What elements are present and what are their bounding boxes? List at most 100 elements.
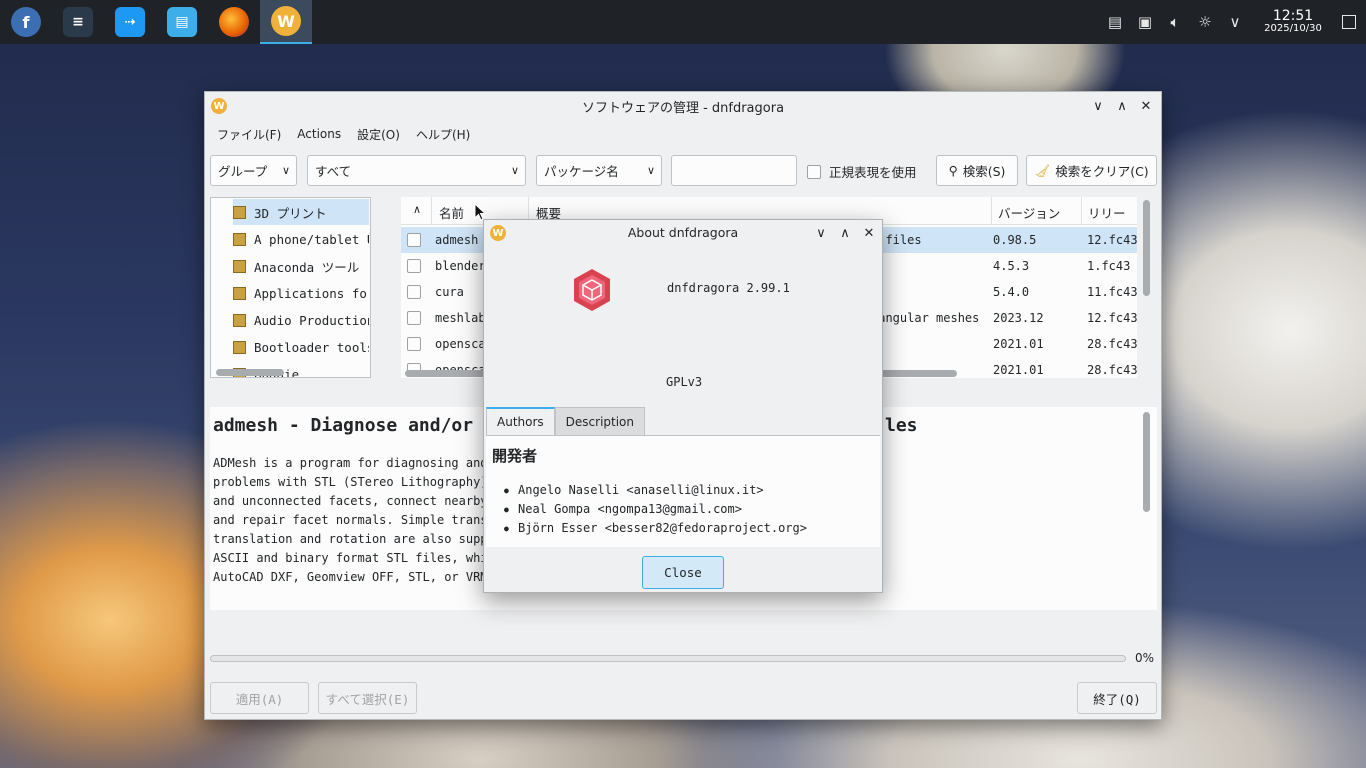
package-release: 1.fc43	[1087, 259, 1131, 273]
package-version: 2021.01	[993, 337, 1044, 351]
network-icon[interactable]: ▣	[1130, 0, 1160, 44]
menu-help[interactable]: ヘルプ(H)	[410, 126, 476, 143]
menubar: ファイル(F) Actions 設定(O) ヘルプ(H)	[205, 120, 1161, 148]
launcher-firefox[interactable]	[208, 0, 260, 44]
window-title: ソフトウェアの管理 - dnfdragora	[581, 100, 785, 116]
package-name: meshlab	[435, 311, 486, 325]
clear-search-button[interactable]: 🧹︎ 検索をクリア(C)	[1026, 155, 1157, 186]
package-version: 5.4.0	[993, 285, 1030, 299]
group-label: 3D プリント	[254, 205, 327, 221]
menu-actions[interactable]: Actions	[291, 127, 347, 141]
minimize-button[interactable]: ∨	[812, 224, 830, 242]
package-checkbox[interactable]	[407, 337, 421, 351]
group-item[interactable]: Audio Production	[233, 307, 369, 333]
packages-vertical-scrollbar[interactable]	[1143, 200, 1150, 296]
file-manager-icon: ▤	[167, 7, 197, 37]
search-input[interactable]	[671, 155, 797, 186]
column-version[interactable]: バージョン	[998, 203, 1060, 222]
package-release: 12.fc43	[1087, 311, 1137, 325]
launcher-software-center[interactable]: ⇢	[104, 0, 156, 44]
package-version: 0.98.5	[993, 233, 1037, 247]
status-combo-value: すべて	[315, 164, 352, 179]
group-folder-icon	[233, 340, 246, 354]
group-item[interactable]: Applications for t	[233, 280, 369, 306]
package-checkbox[interactable]	[407, 311, 421, 325]
package-description-line: AutoCAD DXF, Geomview OFF, STL, or VRML …	[213, 570, 517, 584]
package-checkbox[interactable]	[407, 259, 421, 273]
package-checkbox[interactable]	[407, 285, 421, 299]
launcher-fedora[interactable]: f	[0, 0, 52, 44]
show-desktop-button[interactable]	[1332, 0, 1366, 44]
group-combo-value: グループ	[218, 164, 268, 179]
package-version: 2023.12	[993, 311, 1044, 325]
groups-tree[interactable]: 3D プリント A phone/tablet UX Anaconda ツール A…	[210, 197, 371, 378]
search-button-label: 検索(S)	[962, 164, 1006, 179]
firefox-icon	[219, 7, 249, 37]
about-dialog: W About dnfdragora ∨ ∧ ✕ dnfdragora 2.99…	[483, 219, 883, 593]
tab-description[interactable]: Description	[554, 407, 645, 435]
minimize-button[interactable]: ∨	[1089, 97, 1107, 115]
select-all-button[interactable]: すべて選択(E)	[318, 682, 417, 714]
package-description-line: and unconnected facets, connect nearby f…	[213, 494, 517, 508]
detail-vertical-scrollbar[interactable]	[1143, 412, 1150, 512]
tray-expand-chevron-icon[interactable]: ∨	[1220, 0, 1250, 44]
clipboard-icon[interactable]: ▤	[1100, 0, 1130, 44]
system-settings-icon: ≡	[63, 7, 93, 37]
menu-file[interactable]: ファイル(F)	[211, 126, 287, 143]
search-field-combo-value: パッケージ名	[544, 164, 619, 179]
group-combo[interactable]: グループ ∨	[210, 155, 297, 186]
software-center-icon: ⇢	[115, 7, 145, 37]
group-item[interactable]: Bootloader tools f	[233, 334, 369, 360]
search-button[interactable]: ⚲ 検索(S)	[936, 155, 1018, 186]
clock[interactable]: 12:51 2025/10/30	[1254, 9, 1332, 34]
close-button[interactable]: Close	[642, 556, 724, 589]
brightness-icon[interactable]: ☼	[1190, 0, 1220, 44]
group-item[interactable]: A phone/tablet UX	[233, 226, 369, 252]
group-label: Anaconda ツール	[254, 259, 360, 275]
progress-label: 0%	[1135, 651, 1155, 665]
regex-option[interactable]: 正規表現を使用	[807, 162, 917, 181]
author-item: Angelo Naselli <anaselli@linux.it>	[504, 483, 764, 497]
chevron-down-icon: ∨	[510, 164, 519, 177]
search-field-combo[interactable]: パッケージ名 ∨	[536, 155, 662, 186]
column-name[interactable]: 名前	[439, 203, 464, 222]
package-name: admesh	[435, 233, 479, 247]
maximize-button[interactable]: ∧	[836, 224, 854, 242]
package-description-line: ASCII and binary format STL files, while…	[213, 551, 517, 565]
group-folder-icon	[233, 232, 246, 246]
launcher-dnfdragora[interactable]: W	[260, 0, 312, 44]
package-description-line: problems with STL (STereo Lithography) d…	[213, 475, 517, 489]
package-description-line: and repair facet normals. Simple transfo…	[213, 513, 510, 527]
sort-up-icon[interactable]: ∧	[413, 203, 421, 216]
about-app-version: dnfdragora 2.99.1	[667, 281, 790, 295]
package-release: 28.fc43	[1087, 337, 1137, 351]
package-checkbox[interactable]	[407, 233, 421, 247]
menu-settings[interactable]: 設定(O)	[351, 126, 406, 143]
regex-checkbox[interactable]	[807, 164, 821, 179]
group-item[interactable]: 3D プリント	[233, 199, 369, 225]
mouse-pointer-icon	[474, 203, 486, 221]
main-window-titlebar[interactable]: W ソフトウェアの管理 - dnfdragora ∨ ∧ ✕	[205, 92, 1161, 120]
maximize-button[interactable]: ∧	[1113, 97, 1131, 115]
apply-button[interactable]: 適用(A)	[210, 682, 309, 714]
group-item[interactable]: Anaconda ツール	[233, 253, 369, 279]
launcher-file-manager[interactable]: ▤	[156, 0, 208, 44]
tab-authors[interactable]: Authors	[486, 407, 555, 435]
group-folder-icon	[233, 205, 246, 219]
group-label: A phone/tablet UX	[254, 231, 369, 247]
status-combo[interactable]: すべて ∨	[307, 155, 526, 186]
clock-date: 2025/10/30	[1264, 23, 1322, 35]
launcher-system-settings[interactable]: ≡	[52, 0, 104, 44]
package-detail-heading: admesh - Diagnose and/or re	[213, 415, 506, 436]
filter-bar: グループ ∨ すべて ∨ パッケージ名 ∨ 正規表現を使用 ⚲ 検索(S) 🧹︎…	[210, 155, 1157, 189]
groups-horizontal-scrollbar[interactable]	[216, 369, 284, 376]
authors-panel: 開発者 Angelo Naselli <anaselli@linux.it> N…	[486, 435, 880, 547]
quit-button[interactable]: 終了(Q)	[1077, 682, 1157, 714]
package-name: cura	[435, 285, 464, 299]
close-dialog-button[interactable]: ✕	[860, 224, 878, 242]
volume-icon[interactable]: 🔈︎	[1160, 0, 1190, 44]
close-window-button[interactable]: ✕	[1137, 97, 1155, 115]
author-item: Neal Gompa <ngompa13@gmail.com>	[504, 502, 742, 516]
package-description-line: translation and rotation are also suppor…	[213, 532, 517, 546]
chevron-down-icon: ∨	[281, 164, 290, 177]
